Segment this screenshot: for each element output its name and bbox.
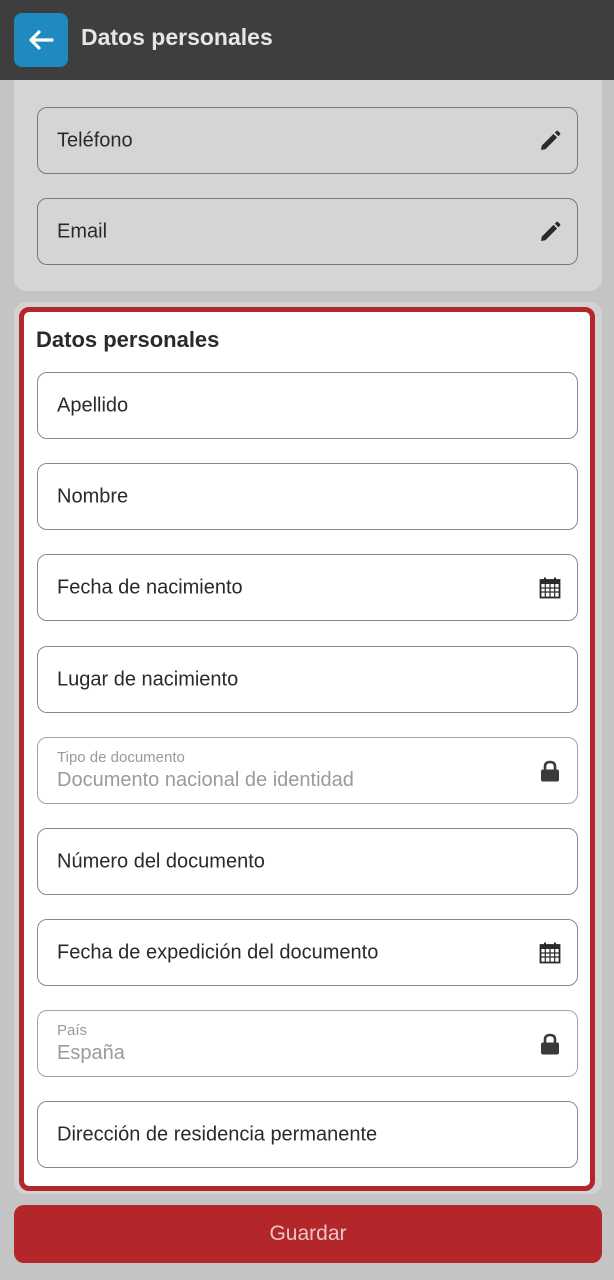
document-number-field[interactable]: Número del documento [37,828,578,895]
document-type-field-label: Tipo de documento [57,749,185,766]
arrow-left-icon [28,29,54,51]
country-field-value: España [57,1042,125,1064]
pencil-icon[interactable] [537,128,563,154]
top-app-bar: Datos personales [0,0,614,80]
document-issue-date-field[interactable]: Fecha de expedición del documento [37,919,578,986]
surname-field[interactable]: Apellido [37,372,578,439]
birth-place-field-label: Lugar de nacimiento [57,668,239,690]
lock-icon [537,758,563,784]
personal-section-heading: Datos personales [36,327,220,352]
email-field[interactable]: Email [37,198,578,265]
calendar-icon[interactable] [537,940,563,966]
permanent-address-field[interactable]: Dirección de residencia permanente [37,1101,578,1168]
save-button[interactable]: Guardar [14,1205,602,1263]
email-field-label: Email [57,220,108,242]
birth-date-field[interactable]: Fecha de nacimiento [37,554,578,621]
country-field-label: País [57,1022,88,1039]
pencil-icon[interactable] [537,219,563,245]
document-type-field: Tipo de documento Documento nacional de … [37,737,578,804]
back-button[interactable] [14,13,68,67]
document-issue-date-field-label: Fecha de expedición del documento [57,941,379,963]
first-name-field[interactable]: Nombre [37,463,578,530]
calendar-icon[interactable] [537,575,563,601]
lock-icon [537,1031,563,1057]
phone-field-label: Teléfono [57,129,133,151]
document-number-field-label: Número del documento [57,850,265,872]
country-field: País España [37,1010,578,1077]
phone-field[interactable]: Teléfono [37,107,578,174]
document-type-field-value: Documento nacional de identidad [57,769,354,791]
first-name-field-label: Nombre [57,485,129,507]
birth-place-field[interactable]: Lugar de nacimiento [37,646,578,713]
page-title: Datos personales [81,24,273,50]
permanent-address-field-label: Dirección de residencia permanente [57,1123,378,1145]
birth-date-field-label: Fecha de nacimiento [57,576,243,598]
surname-field-label: Apellido [57,394,129,416]
